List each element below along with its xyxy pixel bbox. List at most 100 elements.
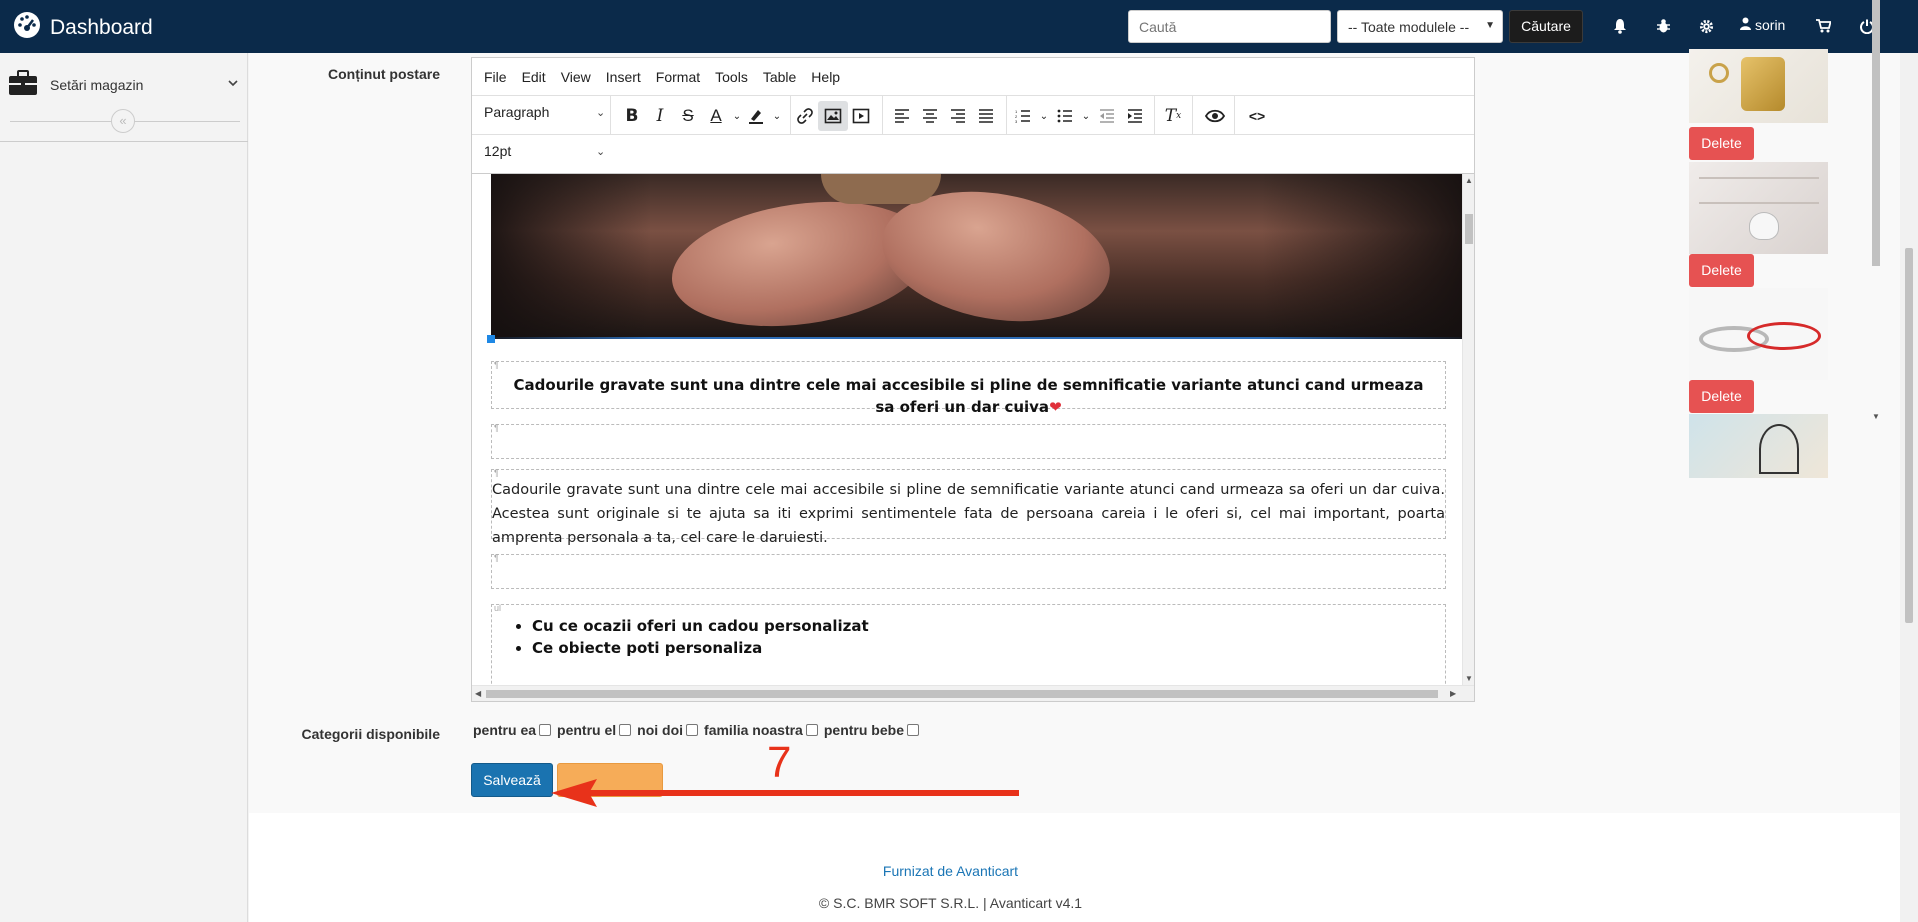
preview-eye-icon[interactable] — [1200, 101, 1230, 131]
user-menu[interactable]: sorin — [1740, 17, 1785, 33]
category-checkbox[interactable] — [686, 724, 699, 736]
divider — [882, 96, 883, 135]
media-icon[interactable] — [846, 101, 876, 131]
footer-link[interactable]: Furnizat de Avanticart — [249, 863, 1652, 879]
indent-icon[interactable] — [1120, 101, 1150, 131]
categories-list: pentru ea pentru el noi doi familia noas… — [473, 722, 925, 738]
delete-button[interactable]: Delete — [1689, 127, 1754, 160]
post-image[interactable] — [491, 174, 1462, 342]
category-option[interactable]: familia noastra — [704, 722, 818, 738]
image-icon[interactable] — [818, 101, 848, 131]
category-label: noi doi — [637, 722, 684, 738]
category-option[interactable]: pentru bebe — [824, 722, 919, 738]
gallery-image[interactable] — [1689, 288, 1828, 380]
chevron-down-icon[interactable]: ⌄ — [762, 101, 792, 131]
image-stripe — [1699, 177, 1819, 179]
module-select[interactable]: -- Toate modulele -- ▼ — [1337, 10, 1503, 43]
scroll-thumb[interactable] — [1465, 214, 1473, 244]
strikethrough-icon[interactable]: S — [673, 101, 703, 131]
bold-icon[interactable]: B — [617, 101, 647, 131]
image-stripe — [1699, 202, 1819, 204]
search-button[interactable]: Căutare — [1509, 10, 1583, 43]
editor-menubar: File Edit View Insert Format Tools Table… — [472, 58, 1474, 96]
image-shadow — [491, 174, 651, 339]
bell-icon[interactable] — [1609, 15, 1631, 37]
footer-copyright: © S.C. BMR SOFT S.R.L. | Avanticart v4.1 — [818, 895, 1083, 911]
font-size-select[interactable]: 12pt ⌄ — [484, 143, 605, 159]
align-justify-icon[interactable] — [971, 101, 1001, 131]
divider — [1234, 96, 1235, 135]
double-chevron-left-icon[interactable]: « — [111, 109, 135, 133]
scroll-down-icon[interactable]: ▼ — [1872, 412, 1880, 421]
link-icon[interactable] — [790, 101, 820, 131]
scroll-up-icon[interactable]: ▲ — [1465, 176, 1473, 185]
scroll-thumb[interactable] — [1872, 0, 1880, 266]
menu-file[interactable]: File — [484, 69, 507, 85]
category-option[interactable]: noi doi — [637, 722, 699, 738]
annotation-number: 7 — [767, 738, 792, 787]
sidebar-item-shop-settings[interactable]: Setări magazin — [0, 65, 248, 105]
user-icon — [1740, 17, 1751, 33]
list-item: Cu ce ocazii oferi un cadou personalizat — [532, 615, 1445, 637]
scroll-right-icon[interactable]: ▶ — [1450, 689, 1456, 698]
menu-table[interactable]: Table — [763, 69, 796, 85]
brand-title: Dashboard — [50, 15, 153, 39]
category-option[interactable]: pentru ea — [473, 722, 552, 738]
category-checkbox[interactable] — [805, 724, 818, 736]
heading-block[interactable]: ¶ Cadourile gravate sunt una dintre cele… — [491, 360, 1446, 416]
bug-icon[interactable] — [1652, 15, 1674, 37]
content-label: Conținut postare — [328, 66, 440, 82]
resize-handle[interactable] — [487, 335, 495, 343]
block-format-select[interactable]: Paragraph ⌄ — [484, 104, 605, 120]
category-checkbox[interactable] — [539, 724, 552, 736]
source-code-icon[interactable]: <> — [1242, 101, 1272, 131]
scroll-down-icon[interactable]: ▼ — [1465, 674, 1473, 683]
delete-button[interactable]: Delete — [1689, 380, 1754, 413]
category-label: pentru ea — [473, 722, 537, 738]
divider — [0, 141, 248, 142]
chevron-down-icon — [228, 78, 238, 90]
clear-formatting-icon[interactable]: Tx — [1158, 101, 1188, 131]
post-heading-text: Cadourile gravate sunt una dintre cele m… — [513, 376, 1424, 416]
main-content: Conținut postare File Edit View Insert F… — [249, 0, 1900, 813]
editor-horizontal-scrollbar[interactable]: ◀ ▶ — [472, 685, 1474, 701]
search-input[interactable] — [1128, 10, 1331, 43]
editor-content[interactable]: ¶ Cadourile gravate sunt una dintre cele… — [472, 174, 1462, 685]
menu-tools[interactable]: Tools — [715, 69, 748, 85]
scroll-thumb[interactable] — [486, 690, 1438, 698]
empty-block[interactable]: ¶ — [491, 553, 1446, 589]
scroll-thumb[interactable] — [1905, 248, 1913, 623]
image-ring — [1709, 63, 1729, 83]
align-center-icon[interactable] — [915, 101, 945, 131]
cart-icon[interactable] — [1812, 15, 1834, 37]
top-navbar: Dashboard -- Toate modulele -- ▼ Căutare… — [0, 0, 1918, 53]
save-button[interactable]: Salvează — [471, 763, 553, 797]
list-block[interactable]: ul Cu ce ocazii oferi un cadou personali… — [491, 603, 1446, 685]
italic-icon[interactable]: I — [645, 101, 675, 131]
gallery-image[interactable] — [1689, 162, 1828, 254]
delete-button[interactable]: Delete — [1689, 254, 1754, 287]
outdent-icon[interactable] — [1092, 101, 1122, 131]
align-right-icon[interactable] — [943, 101, 973, 131]
brand[interactable]: Dashboard — [12, 10, 153, 45]
gallery-scrollbar[interactable]: ▼ — [1869, 0, 1883, 425]
gallery-image[interactable] — [1689, 414, 1828, 478]
category-checkbox[interactable] — [906, 724, 919, 736]
module-select-value: -- Toate modulele -- — [1348, 19, 1470, 35]
scroll-left-icon[interactable]: ◀ — [475, 689, 481, 698]
gallery-image[interactable] — [1689, 49, 1828, 123]
category-checkbox[interactable] — [619, 724, 632, 736]
menu-edit[interactable]: Edit — [522, 69, 546, 85]
empty-block[interactable]: ¶ — [491, 423, 1446, 459]
menu-insert[interactable]: Insert — [606, 69, 641, 85]
menu-format[interactable]: Format — [656, 69, 700, 85]
gear-icon[interactable] — [1695, 15, 1717, 37]
align-left-icon[interactable] — [887, 101, 917, 131]
caret-down-icon: ▼ — [1485, 20, 1495, 31]
paragraph-block[interactable]: ¶ Cadourile gravate sunt una dintre cele… — [491, 468, 1446, 546]
category-option[interactable]: pentru el — [557, 722, 632, 738]
page-scrollbar[interactable] — [1900, 53, 1918, 922]
editor-vertical-scrollbar[interactable]: ▲ ▼ — [1462, 174, 1474, 685]
menu-view[interactable]: View — [561, 69, 591, 85]
menu-help[interactable]: Help — [811, 69, 840, 85]
